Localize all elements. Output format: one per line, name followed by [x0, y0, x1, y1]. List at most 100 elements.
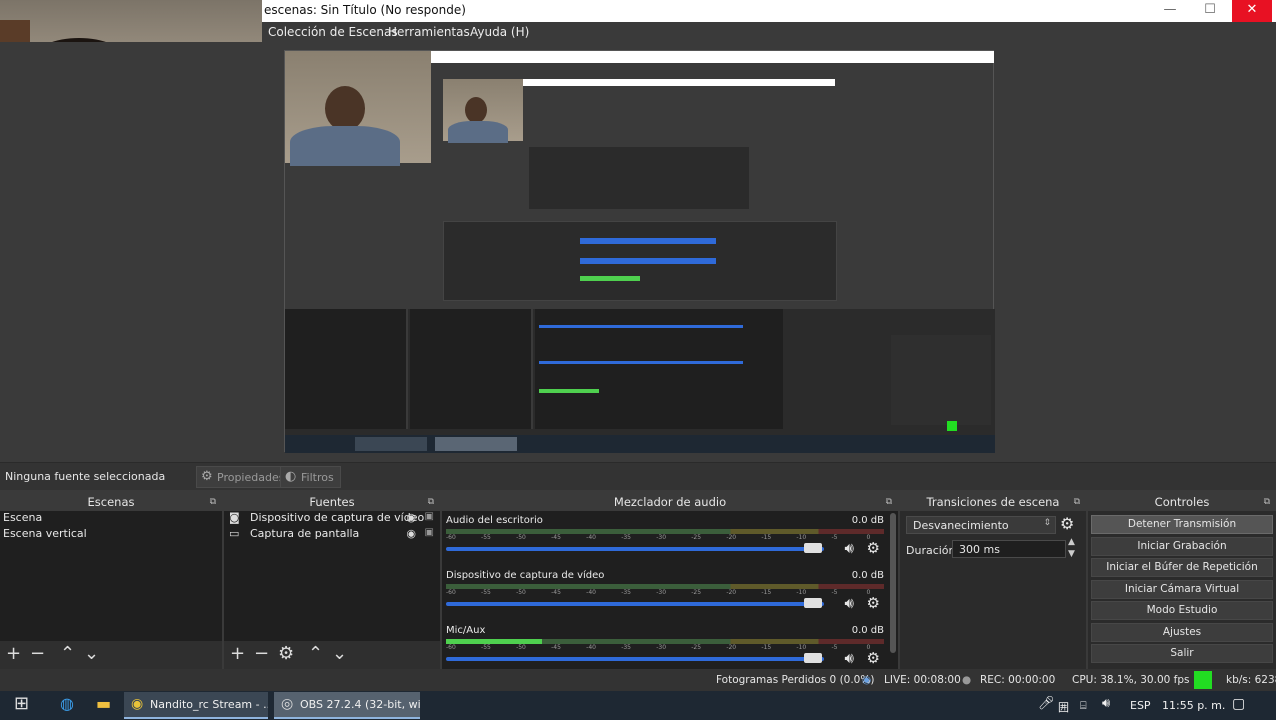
- move-down-icon[interactable]: ⌄: [332, 643, 347, 664]
- minimize-button[interactable]: —: [1150, 0, 1190, 22]
- notifications-icon[interactable]: ▢: [1232, 696, 1245, 712]
- settings-button[interactable]: Ajustes: [1091, 623, 1273, 642]
- preview-canvas[interactable]: [0, 42, 1276, 462]
- gear-icon[interactable]: ⚙: [867, 649, 880, 667]
- controls-dock: Controles ⧉ Detener Transmisión Iniciar …: [1088, 493, 1276, 669]
- volume-fader[interactable]: [446, 547, 824, 551]
- obs-icon: ◎: [281, 696, 294, 712]
- undock-icon[interactable]: ⧉: [210, 493, 216, 511]
- eye-icon[interactable]: ◉: [406, 511, 416, 524]
- chevron-up-icon[interactable]: ▲: [1068, 537, 1075, 547]
- gear-icon[interactable]: ⚙: [867, 594, 880, 612]
- meter-tick-label: -20: [726, 644, 737, 651]
- folder-icon[interactable]: ▬: [96, 694, 111, 713]
- windows-start-icon[interactable]: ⊞: [14, 693, 29, 714]
- transition-select[interactable]: Desvanecimiento ⇕: [906, 516, 1056, 534]
- gear-icon[interactable]: ⚙: [278, 643, 294, 664]
- start-replay-buffer-button[interactable]: Iniciar el Búfer de Repetición: [1091, 558, 1273, 577]
- lock-icon[interactable]: ▣: [425, 527, 434, 538]
- undock-icon[interactable]: ⧉: [428, 493, 434, 511]
- add-icon[interactable]: +: [230, 643, 245, 664]
- edge-icon[interactable]: ◍: [60, 694, 74, 713]
- scene-item[interactable]: Escena vertical: [0, 527, 222, 543]
- meter-ticks: -60 -55 -50 -45 -40 -35 -30 -25 -20 -15 -10 -5 0: [446, 644, 884, 652]
- menu-help[interactable]: Ayuda (H): [470, 25, 529, 39]
- eye-icon[interactable]: ◉: [406, 527, 416, 540]
- speaker-icon[interactable]: 🔊︎: [845, 649, 854, 667]
- microphone-icon[interactable]: 🎤︎: [1038, 696, 1055, 711]
- mixer-title: Mezclador de audio: [613, 495, 727, 509]
- meter-tick-label: -50: [516, 644, 526, 651]
- meter-tick-label: -15: [761, 644, 772, 651]
- mixer-body: Audio del escritorio 0.0 dB -60 -55 -50 -45 -4…: [442, 511, 898, 669]
- meter-tick-label: -15: [761, 589, 772, 596]
- cpu-usage: CPU: 38.1%, 30.00 fps: [1072, 674, 1190, 686]
- source-item[interactable]: ◙ Dispositivo de captura de vídeo ◉ ▣: [224, 511, 440, 527]
- fader-knob[interactable]: [804, 598, 822, 608]
- volume-icon[interactable]: 🔊︎: [1102, 696, 1110, 711]
- meter-tick-label: -5: [831, 534, 838, 541]
- scene-item[interactable]: Escena: [0, 511, 222, 527]
- move-up-icon[interactable]: ⌃: [60, 643, 75, 664]
- language-indicator[interactable]: ESP: [1130, 699, 1151, 712]
- gear-icon: ⚙: [201, 469, 213, 484]
- taskbar-app-chrome[interactable]: ◉ Nandito_rc Stream - ...: [124, 692, 268, 719]
- remove-icon[interactable]: −: [254, 643, 269, 664]
- lock-icon[interactable]: ▣: [425, 511, 434, 522]
- remove-icon[interactable]: −: [30, 643, 45, 664]
- gear-icon[interactable]: ⚙: [1060, 514, 1074, 533]
- speaker-icon[interactable]: 🔊︎: [845, 539, 854, 557]
- menu-scene-collection[interactable]: Colección de Escenas: [268, 25, 398, 39]
- chrome-icon: ◉: [131, 696, 144, 712]
- mixer-scrollbar[interactable]: [890, 513, 896, 653]
- filters-button[interactable]: ◐ Filtros: [280, 466, 341, 488]
- channel-db: 0.0 dB: [851, 515, 884, 526]
- meter-tick-label: -45: [551, 534, 561, 541]
- undock-icon[interactable]: ⧉: [1074, 493, 1080, 511]
- mixer-channel: Dispositivo de captura de vídeo 0.0 dB -60…: [446, 570, 884, 622]
- meter-tick-label: -50: [516, 589, 526, 596]
- taskbar-app-label: OBS 27.2.4 (32-bit, wi...: [300, 698, 420, 711]
- clock[interactable]: 11:55 p. m.: [1162, 699, 1225, 712]
- move-up-icon[interactable]: ⌃: [308, 643, 323, 664]
- add-icon[interactable]: +: [6, 643, 21, 664]
- scenes-title: Escenas: [87, 495, 135, 509]
- meter-tick-label: -30: [656, 589, 667, 596]
- transitions-dock-header: Transiciones de escena ⧉: [900, 493, 1086, 511]
- speaker-icon[interactable]: 🔊︎: [845, 594, 854, 612]
- chevron-down-icon[interactable]: ▼: [1068, 549, 1075, 559]
- gear-icon[interactable]: ⚙: [867, 539, 880, 557]
- undock-icon[interactable]: ⧉: [886, 493, 892, 511]
- stop-streaming-button[interactable]: Detener Transmisión: [1091, 515, 1273, 534]
- duration-input[interactable]: 300 ms: [952, 540, 1066, 558]
- fader-knob[interactable]: [804, 653, 822, 663]
- close-button[interactable]: ✕: [1232, 0, 1272, 22]
- scenes-dock: Escenas ⧉ Escena Escena vertical + − ⌃ ⌄: [0, 493, 222, 669]
- meter-tick-label: -35: [621, 534, 631, 541]
- meter-tick-label: -5: [831, 589, 838, 596]
- meter-tick-label: -20: [726, 589, 737, 596]
- studio-mode-button[interactable]: Modo Estudio: [1091, 601, 1273, 620]
- source-label: Dispositivo de captura de vídeo: [250, 511, 425, 524]
- undock-icon[interactable]: ⧉: [1264, 493, 1270, 511]
- network-icon[interactable]: ⌸: [1080, 699, 1087, 713]
- menu-tools[interactable]: Herramientas: [388, 25, 470, 39]
- maximize-button[interactable]: ☐: [1190, 0, 1230, 22]
- nested-webcam: [285, 51, 431, 166]
- ime-icon[interactable]: 囲: [1058, 699, 1069, 715]
- start-virtual-camera-button[interactable]: Iniciar Cámara Virtual: [1091, 580, 1273, 599]
- transitions-title: Transiciones de escena: [926, 495, 1060, 509]
- properties-button[interactable]: ⚙ Propiedades: [196, 466, 292, 488]
- start-recording-button[interactable]: Iniciar Grabación: [1091, 537, 1273, 556]
- exit-button[interactable]: Salir: [1091, 644, 1273, 663]
- duration-value: 300 ms: [959, 543, 1000, 556]
- volume-fader[interactable]: [446, 602, 824, 606]
- volume-fader[interactable]: [446, 657, 824, 661]
- taskbar-app-obs[interactable]: ◎ OBS 27.2.4 (32-bit, wi...: [274, 692, 420, 719]
- fader-knob[interactable]: [804, 543, 822, 553]
- move-down-icon[interactable]: ⌄: [84, 643, 99, 664]
- source-item[interactable]: ▭ Captura de pantalla ◉ ▣: [224, 527, 440, 543]
- meter-tick-label: -20: [726, 534, 737, 541]
- camera-icon: ◙: [229, 511, 240, 524]
- meter-tick-label: -10: [796, 589, 807, 596]
